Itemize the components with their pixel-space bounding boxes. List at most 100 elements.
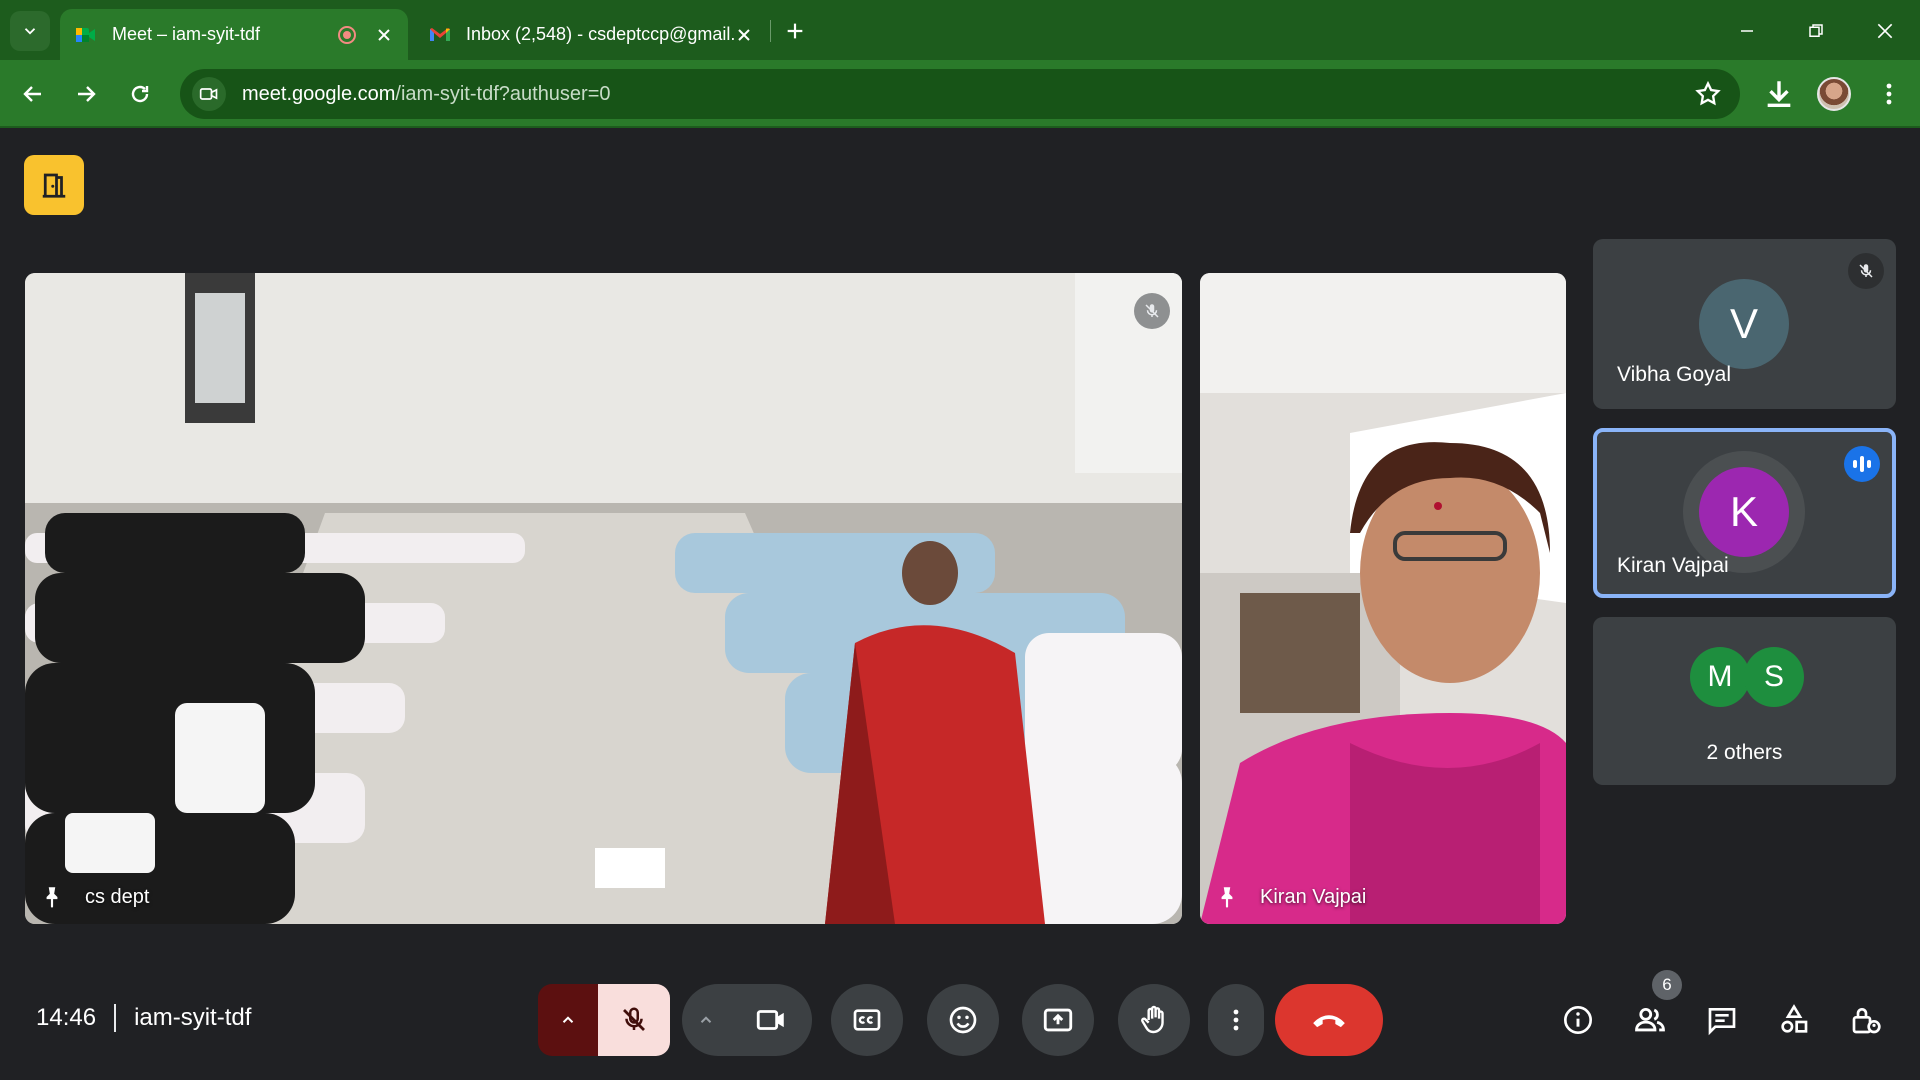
- participant-name: Vibha Goyal: [1617, 363, 1732, 386]
- restore-button[interactable]: [1799, 14, 1833, 48]
- activities-icon: [1781, 1004, 1808, 1033]
- participant-name: cs dept: [85, 885, 150, 908]
- speaking-indicator-icon: [1844, 446, 1880, 482]
- chat-button[interactable]: [1702, 1000, 1742, 1040]
- avatar: S: [1744, 647, 1804, 707]
- address-bar[interactable]: meet.google.com/iam-syit-tdf?authuser=0: [180, 69, 1740, 119]
- hosts-door-icon: [42, 173, 66, 198]
- back-button[interactable]: [13, 74, 53, 114]
- site-info-icon: [199, 88, 218, 100]
- participant-card-vibha[interactable]: V Vibha Goyal: [1593, 239, 1896, 409]
- leave-call-button[interactable]: [1275, 984, 1383, 1056]
- url-domain: meet.google.com: [242, 82, 396, 105]
- hosts-badge-button[interactable]: [24, 155, 84, 215]
- tab-gmail[interactable]: Inbox (2,548) - csdeptccp@gmail.com: [414, 9, 768, 60]
- end-call-icon: [1313, 1015, 1345, 1028]
- tab-separator: [770, 20, 771, 42]
- avatar: M: [1690, 647, 1750, 707]
- more-options-icon: [1233, 1009, 1239, 1031]
- divider: [114, 1004, 117, 1032]
- captions-icon: [853, 1009, 881, 1031]
- meeting-details: 14:46 iam-syit-tdf: [36, 1004, 251, 1032]
- others-card[interactable]: M S 2 others: [1593, 617, 1896, 785]
- people-button[interactable]: [1630, 1000, 1670, 1040]
- muted-indicator: [1848, 253, 1884, 289]
- present-icon: [1043, 1008, 1073, 1032]
- avatar-initial: V: [1729, 300, 1758, 347]
- more-options-button[interactable]: [1208, 984, 1264, 1056]
- star-icon[interactable]: [1694, 80, 1722, 108]
- tab-search-icon: [24, 28, 36, 35]
- avatar-initial: K: [1729, 488, 1758, 535]
- raise-hand-button[interactable]: [1118, 984, 1190, 1056]
- forward-icon: [78, 86, 96, 102]
- pin-icon[interactable]: [39, 884, 65, 910]
- close-icon[interactable]: [734, 25, 754, 45]
- minimize-icon: [1741, 30, 1753, 32]
- info-icon: [1564, 1006, 1592, 1034]
- main-video-tile[interactable]: cs dept: [25, 273, 1182, 924]
- reload-icon: [131, 85, 149, 103]
- speaker-video: [1200, 273, 1566, 924]
- people-icon: [1635, 1007, 1665, 1032]
- meeting-code: iam-syit-tdf: [134, 1004, 252, 1031]
- avatar-initial: S: [1763, 660, 1784, 693]
- reload-button[interactable]: [120, 74, 160, 114]
- host-controls-button[interactable]: [1846, 1000, 1886, 1040]
- meeting-details-button[interactable]: [1558, 1000, 1598, 1040]
- url-path: /iam-syit-tdf?authuser=0: [395, 82, 611, 105]
- recording-icon: [338, 25, 356, 44]
- chevron-up-icon: [700, 1016, 712, 1023]
- browser-menu-button[interactable]: [1872, 77, 1906, 111]
- profile-avatar[interactable]: [1817, 77, 1851, 111]
- avatar: K: [1699, 467, 1789, 557]
- new-tab-icon: [787, 23, 803, 39]
- site-info-button[interactable]: [192, 77, 226, 111]
- forward-button[interactable]: [66, 74, 106, 114]
- tab-search-button[interactable]: [10, 11, 50, 51]
- speaker-video-tile[interactable]: Kiran Vajpai: [1200, 273, 1566, 924]
- others-count-label: 2 others: [1706, 741, 1783, 764]
- speaker-tile-label: Kiran Vajpai: [1214, 884, 1366, 910]
- close-icon[interactable]: [374, 25, 394, 45]
- raise-hand-icon: [1141, 1005, 1164, 1034]
- browser-toolbar: meet.google.com/iam-syit-tdf?authuser=0: [0, 60, 1920, 128]
- window-close-icon: [1877, 23, 1893, 39]
- mic-off-icon: [1859, 264, 1873, 278]
- participant-count-badge: 6: [1652, 970, 1682, 1000]
- pin-icon[interactable]: [1214, 884, 1240, 910]
- reactions-button[interactable]: [927, 984, 999, 1056]
- tab-title: Meet – iam-syit-tdf: [112, 24, 261, 44]
- classroom-video: [25, 273, 1182, 924]
- avatar-initial: M: [1707, 660, 1733, 693]
- activities-button[interactable]: [1774, 1000, 1814, 1040]
- microphone-toggle-button[interactable]: [598, 984, 670, 1056]
- mic-off-icon: [1145, 304, 1159, 318]
- window-close-button[interactable]: [1868, 14, 1902, 48]
- download-icon[interactable]: [1762, 77, 1796, 111]
- gmail-favicon: [430, 27, 450, 41]
- audio-settings-button[interactable]: [538, 984, 598, 1056]
- kebab-menu-icon: [1886, 83, 1892, 105]
- emoji-icon: [949, 1006, 977, 1034]
- new-tab-button[interactable]: [778, 14, 812, 48]
- present-screen-button[interactable]: [1022, 984, 1094, 1056]
- meeting-time: 14:46: [36, 1004, 97, 1031]
- camera-icon: [756, 1010, 784, 1030]
- main-tile-label: cs dept: [39, 884, 149, 910]
- tile-mute-indicator: [1134, 293, 1170, 329]
- captions-button[interactable]: [831, 984, 903, 1056]
- browser-tab-strip: Meet – iam-syit-tdf Inbox (2,548) - csde…: [0, 0, 1920, 60]
- host-controls-icon: [1852, 1008, 1881, 1034]
- chevron-up-icon: [562, 1016, 574, 1023]
- minimize-button[interactable]: [1730, 14, 1764, 48]
- video-settings-button[interactable]: [682, 984, 730, 1056]
- meet-favicon: [76, 27, 95, 42]
- url-text: meet.google.com/iam-syit-tdf?authuser=0: [242, 83, 611, 106]
- mic-off-icon: [623, 1007, 645, 1031]
- chat-icon: [1708, 1008, 1736, 1036]
- participant-card-kiran[interactable]: K Kiran Vajpai: [1593, 428, 1896, 598]
- camera-toggle-button[interactable]: [730, 984, 812, 1056]
- tab-meet[interactable]: Meet – iam-syit-tdf: [60, 9, 408, 60]
- avatar: V: [1699, 279, 1789, 369]
